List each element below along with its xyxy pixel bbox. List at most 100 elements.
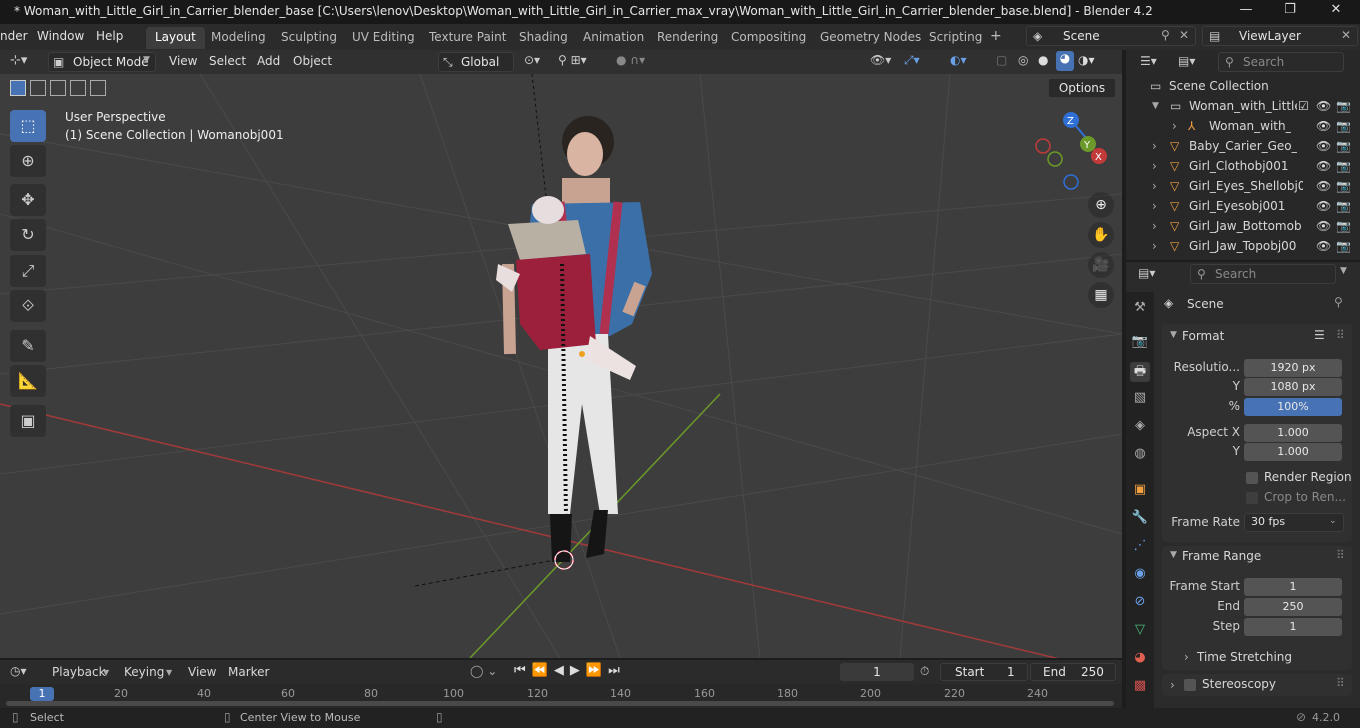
select-extend-icon[interactable]	[30, 80, 46, 96]
chevron-down-icon[interactable]: ▼	[1170, 330, 1177, 340]
display-mode-icon[interactable]: ▤▾	[1178, 54, 1195, 68]
menu-marker[interactable]: Marker	[228, 665, 269, 679]
tab-modeling[interactable]: Modeling	[202, 27, 275, 49]
measure-tool[interactable]: 📐	[10, 365, 46, 397]
navigation-gizmo[interactable]: Z Y X	[1035, 112, 1107, 190]
tab-sculpting[interactable]: Sculpting	[272, 27, 346, 49]
frame-range-header[interactable]: Frame Range	[1182, 549, 1261, 563]
resolution-y-field[interactable]: 1080 px	[1244, 378, 1342, 396]
scene-selector[interactable]: ◈ Scene ⚲ ✕	[1026, 26, 1196, 46]
overlay-icon[interactable]: ◐▾	[950, 53, 967, 67]
playhead[interactable]: 1	[30, 687, 54, 701]
scale-tool[interactable]: ⤢	[10, 255, 46, 287]
checkbox-icon[interactable]: ☑	[1298, 96, 1309, 116]
aspect-x-field[interactable]: 1.000	[1244, 424, 1342, 442]
chevron-down-icon[interactable]: ▼	[1170, 550, 1177, 560]
eye-icon[interactable]: 👁	[1316, 136, 1331, 156]
end-frame-field[interactable]: End 250	[1030, 663, 1116, 681]
timeline-scrollbar[interactable]	[6, 701, 1114, 706]
select-subtract-icon[interactable]	[50, 80, 66, 96]
output-tab-icon[interactable]: 🖶	[1130, 362, 1150, 382]
object-tab-icon[interactable]: ▣	[1130, 482, 1150, 502]
menu-keying[interactable]: Keying	[124, 665, 164, 679]
menu-render[interactable]: nder	[0, 29, 28, 43]
material-shading-icon[interactable]: ◕	[1056, 51, 1074, 71]
drag-handle-icon[interactable]: ⠿	[1336, 676, 1345, 690]
drag-handle-icon[interactable]: ⠿	[1336, 328, 1345, 342]
clock-icon[interactable]: ◷▾	[10, 664, 27, 678]
camera-icon[interactable]: 📷	[1336, 216, 1351, 236]
playback-controls-icon[interactable]: ⏮⏪◀▶⏩⏭	[514, 663, 626, 678]
menu-help[interactable]: Help	[96, 29, 123, 43]
eye-icon[interactable]: 👁	[1316, 216, 1331, 236]
tab-uv-editing[interactable]: UV Editing	[343, 27, 424, 49]
timeline-ruler[interactable]: 1 20 40 60 80 100 120 140 160 180 200 22…	[0, 684, 1122, 708]
tool-tab-icon[interactable]: ⚒	[1130, 300, 1150, 320]
resolution-x-field[interactable]: 1920 px	[1244, 359, 1342, 377]
snap-icon[interactable]: ⚲ ⊞▾	[558, 53, 587, 67]
tab-rendering[interactable]: Rendering	[648, 27, 727, 49]
outliner-item[interactable]: › ⅄ Woman_with_L 👁 📷	[1126, 116, 1360, 136]
select-new-icon[interactable]	[10, 80, 26, 96]
texture-tab-icon[interactable]: ▩	[1130, 678, 1150, 698]
outliner-item[interactable]: › ▽ Girl_Jaw_Bottomob 👁 📷	[1126, 216, 1360, 236]
outliner-item[interactable]: › ▽ Girl_Clothobj001 👁 📷	[1126, 156, 1360, 176]
eye-icon[interactable]: 👁	[1316, 236, 1331, 256]
wireframe-shading-icon[interactable]: ◎	[1018, 53, 1028, 67]
camera-icon[interactable]: 📷	[1336, 156, 1351, 176]
eye-icon[interactable]: 👁	[1316, 196, 1331, 216]
physics-tab-icon[interactable]: ◉	[1130, 566, 1150, 586]
annotate-tool[interactable]: ✎	[10, 330, 46, 362]
render-tab-icon[interactable]: 📷	[1130, 334, 1150, 354]
cursor-tool[interactable]: ⊕	[10, 145, 46, 177]
maximize-icon[interactable]: ❐	[1276, 2, 1304, 22]
constraints-tab-icon[interactable]: ⊘	[1130, 594, 1150, 614]
outliner-item[interactable]: › ▽ Girl_Eyesobj001 👁 📷	[1126, 196, 1360, 216]
outliner-item[interactable]: › ▽ Girl_Eyes_Shellobj0 👁 📷	[1126, 176, 1360, 196]
menu-add[interactable]: Add	[257, 54, 280, 68]
start-frame-field[interactable]: Start 1	[940, 663, 1028, 681]
drag-handle-icon[interactable]: ⠿	[1336, 548, 1345, 562]
chevron-right-icon[interactable]: ›	[1152, 176, 1157, 196]
proportional-edit-icon[interactable]: ● ∩▾	[616, 53, 645, 67]
gizmo-icon[interactable]: ⤢▾	[904, 53, 920, 68]
data-tab-icon[interactable]: ▽	[1130, 622, 1150, 642]
stereoscopy-checkbox[interactable]	[1184, 679, 1196, 691]
material-tab-icon[interactable]: ◕	[1130, 650, 1150, 670]
editor-type-icon[interactable]: ▤▾	[1138, 266, 1155, 280]
chevron-right-icon[interactable]: ›	[1152, 236, 1157, 256]
outliner-item[interactable]: ▼ ▭ Woman_with_Little ☑ 👁 📷	[1126, 96, 1360, 116]
tab-compositing[interactable]: Compositing	[722, 27, 815, 49]
outliner-item[interactable]: › ▽ Baby_Carier_Geo_1 👁 📷	[1126, 136, 1360, 156]
view-layer-selector[interactable]: ▤ ViewLayer ✕	[1202, 26, 1358, 46]
transform-orientation[interactable]: ⤡ Global	[438, 52, 514, 72]
eye-icon[interactable]: 👁	[1316, 176, 1331, 196]
chevron-right-icon[interactable]: ›	[1152, 136, 1157, 156]
eye-icon[interactable]: 👁	[1316, 96, 1331, 116]
particles-tab-icon[interactable]: ⋰	[1130, 538, 1150, 558]
minimize-icon[interactable]: —	[1232, 2, 1260, 22]
menu-window[interactable]: Window	[37, 29, 84, 43]
select-box-tool[interactable]: ⬚	[10, 110, 46, 142]
editor-type-icon[interactable]: ⊹▾	[10, 53, 27, 68]
chevron-right-icon[interactable]: ›	[1172, 116, 1177, 136]
camera-icon[interactable]: 📷	[1336, 196, 1351, 216]
xray-icon[interactable]: ▢	[996, 53, 1007, 67]
camera-icon[interactable]: 📷	[1336, 176, 1351, 196]
tab-scripting[interactable]: Scripting	[920, 27, 991, 49]
time-stretching-subpanel[interactable]: Time Stretching	[1197, 650, 1292, 664]
frame-start-field[interactable]: 1	[1244, 578, 1342, 596]
world-tab-icon[interactable]: ◍	[1130, 446, 1150, 466]
frame-end-field[interactable]: 250	[1244, 598, 1342, 616]
chevron-down-icon[interactable]: ▼	[1152, 96, 1159, 116]
pin-icon[interactable]: ⚲	[1161, 28, 1170, 42]
tab-shading[interactable]: Shading	[510, 27, 577, 49]
render-region-checkbox[interactable]	[1246, 472, 1258, 484]
close-icon[interactable]: ✕	[1322, 2, 1350, 22]
eye-icon[interactable]: 👁	[1316, 156, 1331, 176]
view-layer-tab-icon[interactable]: ▧	[1130, 390, 1150, 410]
menu-object[interactable]: Object	[293, 54, 332, 68]
select-intersect-icon[interactable]	[90, 80, 106, 96]
tab-animation[interactable]: Animation	[574, 27, 653, 49]
outliner-root[interactable]: ▭ Scene Collection	[1126, 76, 1360, 96]
